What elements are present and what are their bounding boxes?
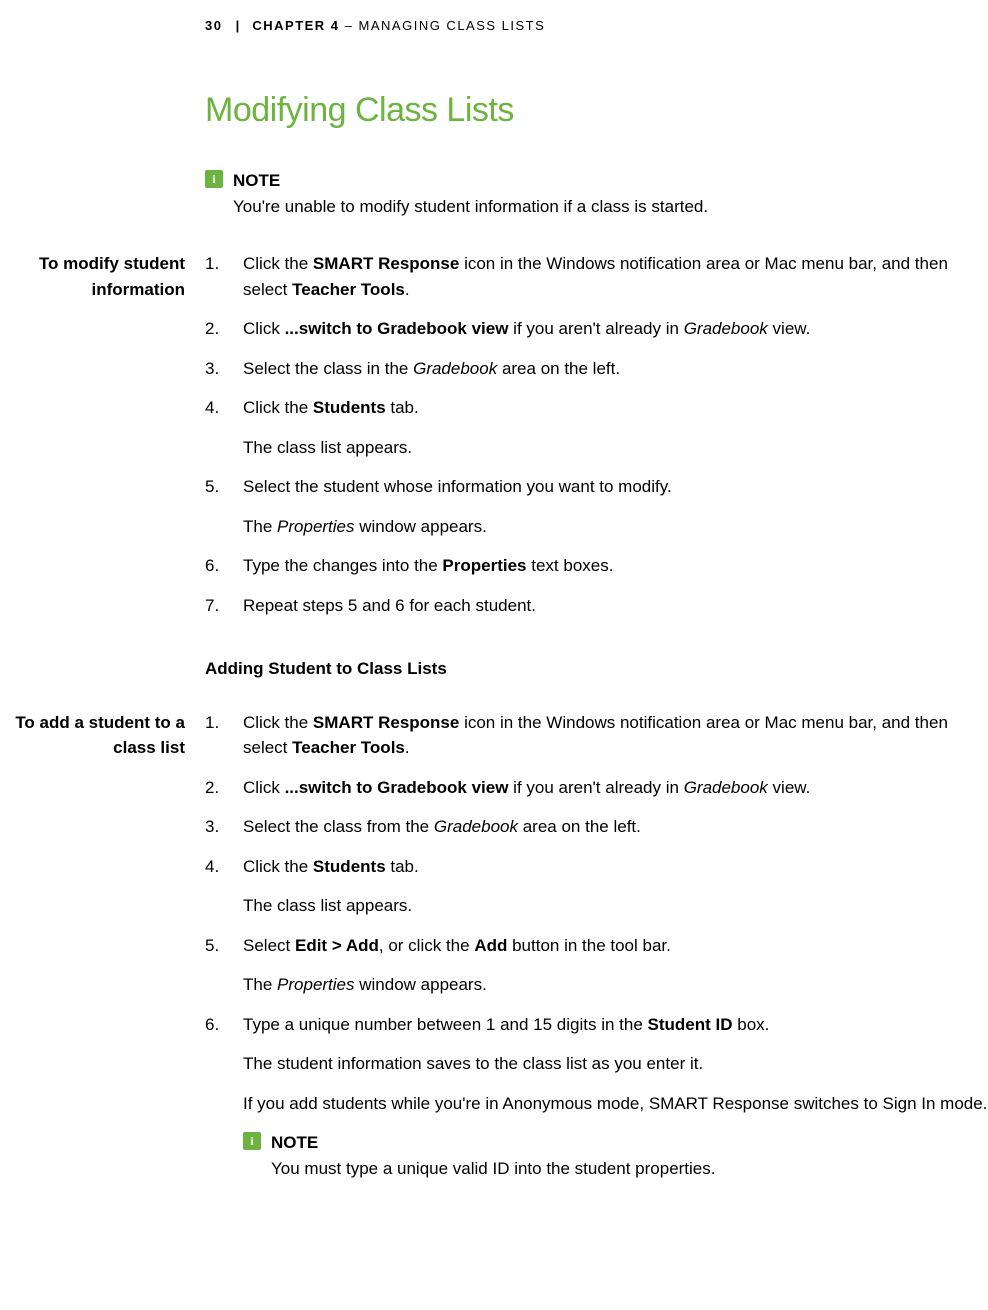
info-icon: i (243, 1132, 261, 1150)
step-item: Select the student whose information you… (205, 474, 988, 539)
step-sub: If you add students while you're in Anon… (243, 1091, 988, 1117)
side-label: To add a student to a class list (0, 710, 185, 761)
info-icon: i (205, 170, 223, 188)
step-sub: The class list appears. (243, 435, 988, 461)
step-item: Click the SMART Response icon in the Win… (205, 251, 988, 302)
step-item: Click the SMART Response icon in the Win… (205, 710, 988, 761)
step-text: Select Edit > Add, or click the Add butt… (243, 933, 988, 959)
step-sub: The Properties window appears. (243, 972, 988, 998)
step-sub: The Properties window appears. (243, 514, 988, 540)
header-dash: – (345, 18, 359, 33)
note-block: i NOTEYou must type a unique valid ID int… (243, 1130, 988, 1181)
step-item: Select Edit > Add, or click the Add butt… (205, 933, 988, 998)
note-label: NOTE (271, 1130, 988, 1156)
step-item: Click the Students tab. The class list ap… (205, 395, 988, 460)
header-separator: | (236, 18, 240, 33)
step-item: Repeat steps 5 and 6 for each student. (205, 593, 988, 619)
chapter-number: CHAPTER 4 (252, 18, 339, 33)
step-item: Click ...switch to Gradebook view if you… (205, 775, 988, 801)
steps-list: Click the SMART Response icon in the Win… (205, 251, 988, 618)
step-item: Click the Students tab. The class list ap… (205, 854, 988, 919)
note-label: NOTE (233, 168, 988, 194)
side-label: To modify student information (0, 251, 185, 302)
step-text: Click the SMART Response icon in the Win… (243, 710, 988, 761)
note-block: i NOTE You're unable to modify student i… (205, 168, 988, 219)
step-item: Type a unique number between 1 and 15 di… (205, 1012, 988, 1182)
step-text: Select the student whose information you… (243, 474, 988, 500)
step-item: Type the changes into the Properties tex… (205, 553, 988, 579)
step-item: Click ...switch to Gradebook view if you… (205, 316, 988, 342)
chapter-title: MANAGING CLASS LISTS (359, 18, 546, 33)
step-text: Click ...switch to Gradebook view if you… (243, 316, 988, 342)
note-text: You're unable to modify student informat… (233, 194, 988, 220)
step-text: Type a unique number between 1 and 15 di… (243, 1012, 988, 1038)
step-text: Select the class in the Gradebook area o… (243, 356, 988, 382)
page-title: Modifying Class Lists (205, 85, 988, 136)
step-text: Type the changes into the Properties tex… (243, 553, 988, 579)
step-text: Repeat steps 5 and 6 for each student. (243, 593, 988, 619)
subheading: Adding Student to Class Lists (205, 656, 988, 682)
page-number: 30 (205, 18, 222, 33)
note-text: You must type a unique valid ID into the… (271, 1156, 988, 1182)
step-text: Click the SMART Response icon in the Win… (243, 251, 988, 302)
step-sub: The student information saves to the cla… (243, 1051, 988, 1077)
step-item: Select the class in the Gradebook area o… (205, 356, 988, 382)
section-modify-student: To modify student information Click the … (205, 251, 988, 618)
page-header: 30 | CHAPTER 4 – MANAGING CLASS LISTS (205, 16, 545, 36)
section-add-student: To add a student to a class list Click t… (205, 710, 988, 1182)
step-text: Click the Students tab. (243, 854, 988, 880)
step-sub: The class list appears. (243, 893, 988, 919)
step-item: Select the class from the Gradebook area… (205, 814, 988, 840)
step-text: Select the class from the Gradebook area… (243, 814, 988, 840)
step-text: Click the Students tab. (243, 395, 988, 421)
steps-list: Click the SMART Response icon in the Win… (205, 710, 988, 1182)
step-text: Click ...switch to Gradebook view if you… (243, 775, 988, 801)
